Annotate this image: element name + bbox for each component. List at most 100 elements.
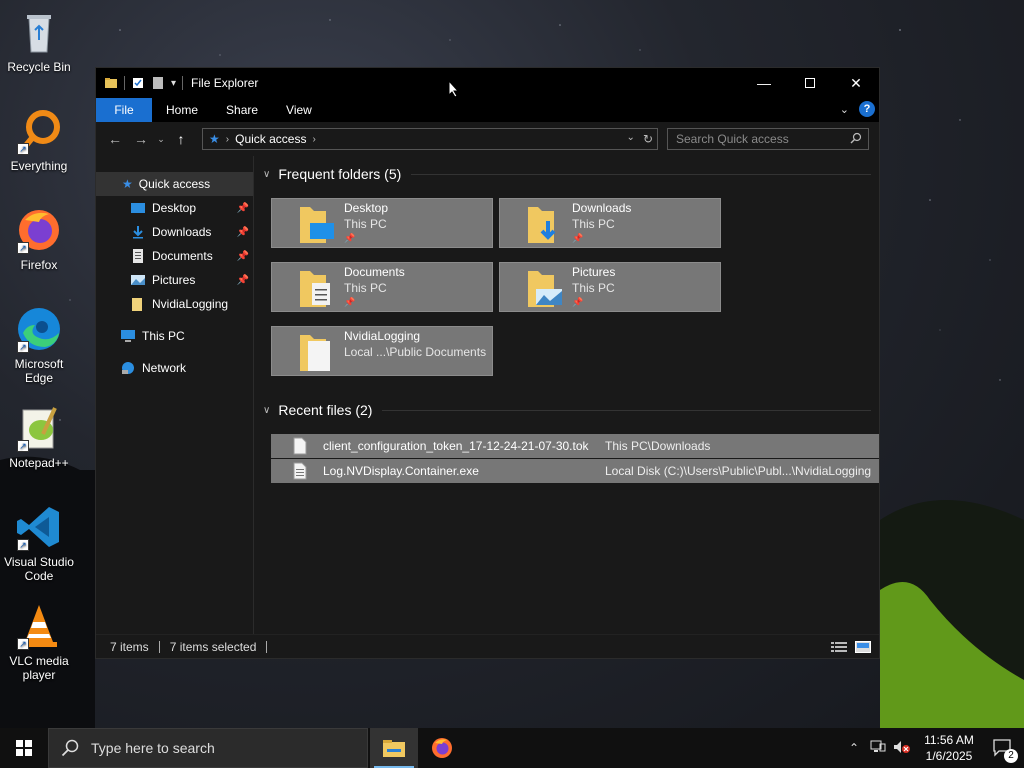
documents-folder-icon <box>300 271 330 307</box>
pin-icon: 📌 <box>344 297 356 307</box>
desktop-icon-edge[interactable]: ↗ Microsoft Edge <box>2 305 76 385</box>
refresh-icon[interactable]: ↻ <box>643 132 653 146</box>
title-bar[interactable]: ▾ File Explorer — ✕ <box>96 68 879 98</box>
clock[interactable]: 11:56 AM 1/6/2025 <box>914 732 984 764</box>
system-tray: ⌃ 11:56 AM 1/6/2025 2 <box>842 728 1024 768</box>
breadcrumb-quick-access[interactable]: Quick access <box>235 132 306 146</box>
sidebar-item-this-pc[interactable]: This PC <box>96 324 253 348</box>
minimize-icon: — <box>757 75 771 91</box>
pin-icon[interactable]: 📌 <box>237 251 249 262</box>
navigation-pane: ★ Quick access Desktop 📌 Downloads 📌 Doc… <box>96 156 254 636</box>
navigation-bar: ← → ⌄ ↑ ★ › Quick access › ⌄ ↻ Search Qu… <box>96 122 879 156</box>
folder-tile-desktop[interactable]: Desktop This PC 📌 <box>271 198 493 248</box>
action-center-button[interactable]: 2 <box>984 739 1024 763</box>
network-icon <box>122 362 134 374</box>
folder-icon <box>105 78 117 88</box>
pin-icon[interactable]: 📌 <box>237 203 249 214</box>
pin-icon: 📌 <box>572 297 584 307</box>
tab-share[interactable]: Share <box>212 98 272 122</box>
recent-file-row[interactable]: Log.NVDisplay.Container.exe Local Disk (… <box>271 459 879 483</box>
notepad-plus-plus-icon: ↗ <box>15 404 63 452</box>
sidebar-item-documents[interactable]: Documents 📌 <box>96 244 253 268</box>
desktop-icon-vscode[interactable]: ↗ Visual Studio Code <box>2 503 76 583</box>
customize-toolbar-icon[interactable]: ▾ <box>171 78 176 89</box>
shortcut-arrow-icon: ↗ <box>17 143 29 155</box>
forward-button[interactable]: → <box>128 131 154 147</box>
clock-date: 1/6/2025 <box>925 749 973 763</box>
shortcut-arrow-icon: ↗ <box>17 638 29 650</box>
help-icon[interactable]: ? <box>859 101 875 117</box>
sidebar-item-pictures[interactable]: Pictures 📌 <box>96 268 253 292</box>
sidebar-item-quick-access[interactable]: ★ Quick access <box>96 172 253 196</box>
sidebar-item-network[interactable]: Network <box>96 356 253 380</box>
expand-ribbon-icon[interactable]: ⌄ <box>840 103 849 116</box>
taskbar: Type here to search ⌃ 11:56 AM 1/6/2025 … <box>0 728 1024 768</box>
minimize-button[interactable]: — <box>741 68 787 98</box>
recent-locations-icon[interactable]: ⌄ <box>154 134 168 145</box>
pin-icon: 📌 <box>344 233 356 243</box>
properties-icon[interactable] <box>131 76 145 90</box>
search-icon <box>61 739 79 757</box>
large-icons-view-icon[interactable] <box>855 640 871 653</box>
details-view-icon[interactable] <box>831 641 847 653</box>
address-bar[interactable]: ★ › Quick access › ⌄ ↻ <box>202 128 658 150</box>
search-input[interactable]: Search Quick access <box>667 128 869 150</box>
taskbar-firefox[interactable] <box>418 728 466 768</box>
show-hidden-icons-icon[interactable]: ⌃ <box>842 741 866 755</box>
tab-home[interactable]: Home <box>152 98 212 122</box>
firefox-icon: ↗ <box>15 206 63 254</box>
folder-tile-downloads[interactable]: Downloads This PC 📌 <box>499 198 721 248</box>
file-explorer-window: ▾ File Explorer — ✕ File Home Share View… <box>95 67 880 659</box>
quick-access-star-icon: ★ <box>122 177 133 191</box>
back-button[interactable]: ← <box>102 131 128 147</box>
sidebar-item-downloads[interactable]: Downloads 📌 <box>96 220 253 244</box>
folder-icon <box>132 298 142 311</box>
desktop-icon-notepadpp[interactable]: ↗ Notepad++ <box>2 404 76 470</box>
search-placeholder: Search Quick access <box>676 132 789 146</box>
close-button[interactable]: ✕ <box>833 68 879 98</box>
desktop-icon-vlc[interactable]: ↗ VLC media player <box>2 602 76 682</box>
recent-files-header[interactable]: ∨ Recent files (2) <box>263 402 871 418</box>
sidebar-item-desktop[interactable]: Desktop 📌 <box>96 196 253 220</box>
tab-view[interactable]: View <box>272 98 326 122</box>
frequent-folders-header[interactable]: ∨ Frequent folders (5) <box>263 166 871 182</box>
desktop-icon-recycle-bin[interactable]: Recycle Bin <box>2 8 76 74</box>
desktop-folder-icon <box>300 207 334 243</box>
toolbar-divider <box>124 76 125 90</box>
section-divider <box>411 173 871 175</box>
sidebar-item-nvidialogging[interactable]: NvidiaLogging <box>96 292 253 316</box>
taskbar-search-input[interactable]: Type here to search <box>48 728 368 768</box>
new-folder-icon[interactable] <box>151 76 165 90</box>
network-icon[interactable] <box>866 740 890 757</box>
volume-muted-icon[interactable] <box>890 740 914 757</box>
address-dropdown-icon[interactable]: ⌄ <box>627 132 635 146</box>
status-bar: 7 items 7 items selected <box>96 634 879 658</box>
start-button[interactable] <box>0 728 48 768</box>
clock-time: 11:56 AM <box>924 733 974 747</box>
maximize-button[interactable] <box>787 68 833 98</box>
desktop-icon-everything[interactable]: ↗ Everything <box>2 107 76 173</box>
folder-tile-nvidialogging[interactable]: NvidiaLogging Local ...\Public Documents <box>271 326 493 376</box>
shortcut-arrow-icon: ↗ <box>17 440 29 452</box>
tab-file[interactable]: File <box>96 98 152 122</box>
folder-tile-pictures[interactable]: Pictures This PC 📌 <box>499 262 721 312</box>
quick-access-star-icon: ★ <box>209 132 220 146</box>
shortcut-arrow-icon: ↗ <box>17 242 29 254</box>
desktop-icon-firefox[interactable]: ↗ Firefox <box>2 206 76 272</box>
item-count: 7 items <box>110 639 149 654</box>
up-button[interactable]: ↑ <box>168 131 194 147</box>
window-controls: — ✕ <box>741 68 879 98</box>
pin-icon: 📌 <box>572 233 584 243</box>
folder-tile-documents[interactable]: Documents This PC 📌 <box>271 262 493 312</box>
pin-icon[interactable]: 📌 <box>237 275 249 286</box>
recycle-bin-icon <box>15 8 63 56</box>
folder-icon <box>300 335 330 371</box>
recent-file-row[interactable]: client_configuration_token_17-12-24-21-0… <box>271 434 879 458</box>
pin-icon[interactable]: 📌 <box>237 227 249 238</box>
file-icon <box>293 437 307 455</box>
downloads-folder-icon <box>528 207 556 243</box>
taskbar-file-explorer[interactable] <box>370 728 418 768</box>
quick-access-toolbar: ▾ <box>104 76 184 90</box>
ribbon-tabs: File Home Share View ⌄ ? <box>96 98 879 122</box>
pictures-folder-icon <box>528 271 562 307</box>
